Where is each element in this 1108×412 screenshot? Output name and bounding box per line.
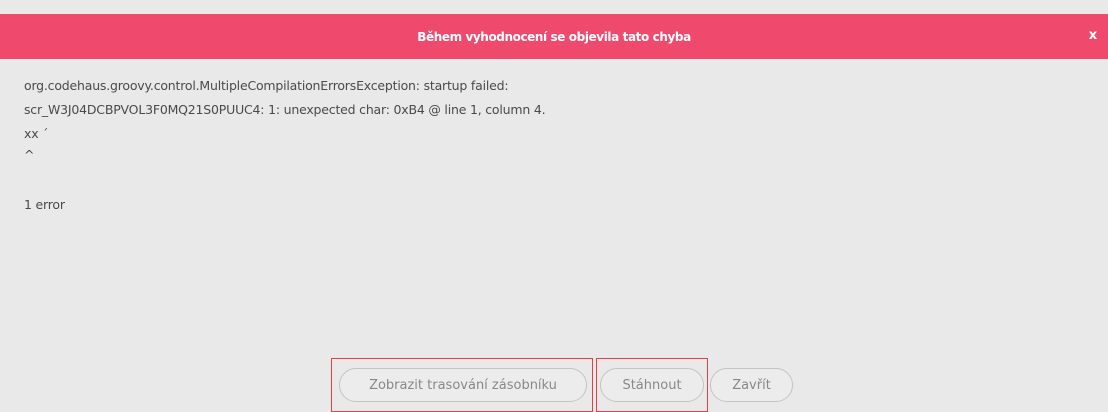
download-button[interactable]: Stáhnout <box>600 368 704 402</box>
error-line: org.codehaus.groovy.control.MultipleComp… <box>24 78 509 93</box>
close-icon[interactable]: x <box>1084 26 1102 46</box>
show-stack-trace-button[interactable]: Zobrazit trasování zásobníku <box>339 368 587 402</box>
dialog-title: Během vyhodnocení se objevila tato chyba <box>417 29 691 44</box>
error-line: xx ´ <box>24 126 49 141</box>
error-count: 1 error <box>24 197 65 212</box>
error-message-area: org.codehaus.groovy.control.MultipleComp… <box>0 59 1108 359</box>
error-line: ^ <box>24 147 35 162</box>
dialog-footer: Zobrazit trasování zásobníku Stáhnout Za… <box>0 355 1108 412</box>
close-button[interactable]: Zavřít <box>710 368 793 402</box>
dialog-titlebar: Během vyhodnocení se objevila tato chyba… <box>0 14 1108 59</box>
error-line: scr_W3J04DCBPVOL3F0MQ21S0PUUC4: 1: unexp… <box>24 102 546 117</box>
error-dialog: Během vyhodnocení se objevila tato chyba… <box>0 0 1108 412</box>
